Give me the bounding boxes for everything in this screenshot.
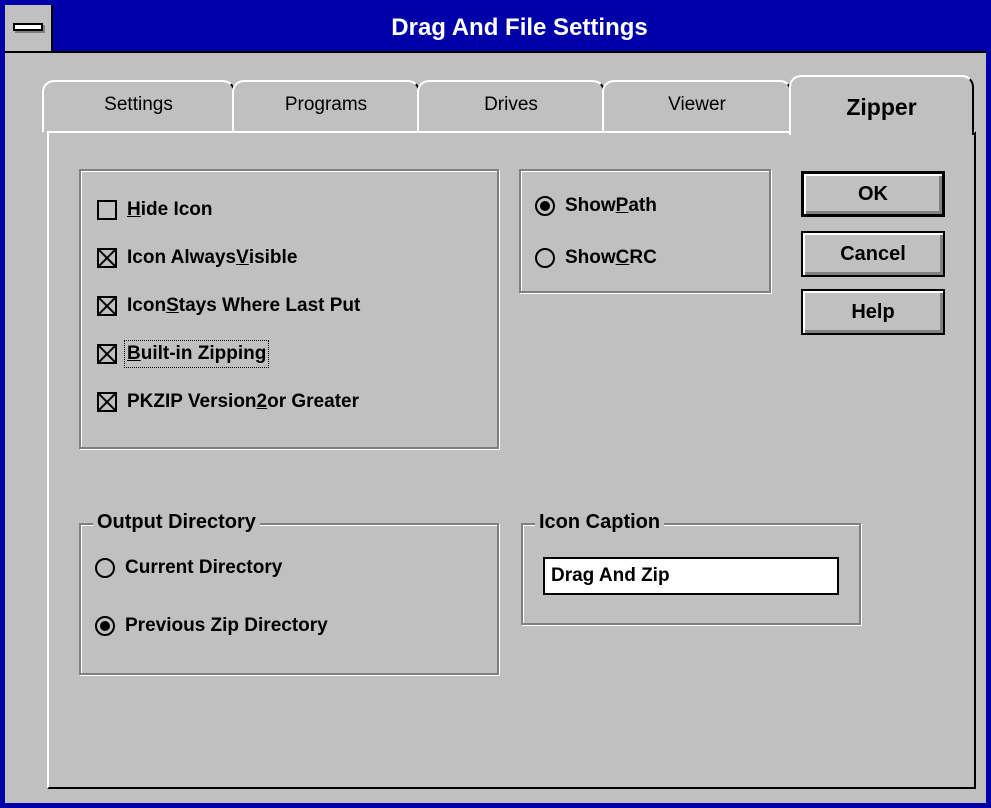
mnemonic: P	[615, 195, 629, 216]
show-path-radio-button[interactable]	[535, 196, 555, 216]
label-part: tays Where Last Put	[178, 295, 361, 316]
system-menu-button[interactable]	[5, 5, 53, 51]
icon-stays-checkbox[interactable]: Icon Stays Where Last Put	[97, 295, 360, 317]
show-crc-radio[interactable]: Show C RC	[535, 247, 657, 269]
hide-icon-checkbox[interactable]: Hide Icon	[97, 199, 213, 221]
zipper-tab-panel: Hide Icon Icon Always Visible Icon Stays…	[47, 131, 976, 789]
window-title: Drag And File Settings	[391, 14, 648, 41]
output-directory-title: Output Directory	[93, 511, 260, 534]
current-directory-radio[interactable]: Current Directory	[95, 557, 282, 579]
builtin-zipping-checkbox[interactable]: Built-in Zipping	[97, 340, 270, 368]
current-directory-label: Current Directory	[125, 557, 283, 578]
icon-always-visible-check-box[interactable]	[97, 248, 117, 268]
system-menu-icon	[13, 23, 43, 31]
pkzip-version-checkbox[interactable]: PKZIP Version 2 or Greater	[97, 391, 359, 413]
hide-icon-check-box[interactable]	[97, 200, 117, 220]
display-group: Show Path Show C RC	[519, 169, 771, 293]
tab-settings[interactable]: Settings	[42, 80, 235, 132]
icon-caption-title: Icon Caption	[535, 511, 665, 534]
ok-button[interactable]: OK	[801, 171, 945, 217]
label-part: or Greater	[267, 391, 359, 412]
mnemonic: H	[127, 199, 141, 220]
output-directory-group: Output Directory Current Directory Previ…	[79, 511, 499, 675]
mnemonic: 2	[256, 391, 268, 412]
icon-caption-group: Icon Caption Drag And Zip	[521, 511, 861, 625]
label-part: Icon Always	[127, 247, 237, 268]
icon-stays-check-box[interactable]	[97, 296, 117, 316]
mnemonic: V	[236, 247, 249, 268]
label-part: PKZIP Version	[127, 391, 257, 412]
label-part: Show	[565, 247, 616, 268]
show-crc-radio-button[interactable]	[535, 248, 555, 268]
label-part: uilt-in Zipping	[140, 343, 267, 364]
builtin-zipping-check-box[interactable]	[97, 344, 117, 364]
pkzip-version-check-box[interactable]	[97, 392, 117, 412]
label-part: ath	[628, 195, 657, 216]
tab-programs[interactable]: Programs	[232, 80, 420, 132]
cancel-button[interactable]: Cancel	[801, 231, 945, 277]
show-path-radio[interactable]: Show Path	[535, 195, 657, 217]
previous-zip-directory-label: Previous Zip Directory	[125, 615, 328, 636]
label-part: isible	[248, 247, 298, 268]
tab-zipper[interactable]: Zipper	[789, 75, 974, 135]
current-directory-radio-button[interactable]	[95, 558, 115, 578]
title-bar: Drag And File Settings	[5, 5, 986, 53]
label-part: ide Icon	[140, 199, 213, 220]
icon-always-visible-checkbox[interactable]: Icon Always Visible	[97, 247, 297, 269]
label-part: Icon	[127, 295, 167, 316]
previous-zip-directory-radio-button[interactable]	[95, 616, 115, 636]
settings-window: Drag And File Settings Settings Programs…	[0, 0, 991, 808]
label-part: Show	[565, 195, 616, 216]
label-part: RC	[629, 247, 657, 268]
mnemonic: B	[127, 343, 141, 364]
mnemonic: S	[166, 295, 179, 316]
options-group: Hide Icon Icon Always Visible Icon Stays…	[79, 169, 499, 449]
help-button[interactable]: Help	[801, 289, 945, 335]
tab-drives[interactable]: Drives	[417, 80, 605, 132]
mnemonic: C	[615, 247, 630, 268]
builtin-zipping-label: Built-in Zipping	[123, 340, 270, 368]
icon-caption-input[interactable]: Drag And Zip	[543, 557, 839, 595]
tab-viewer[interactable]: Viewer	[602, 80, 792, 132]
previous-zip-directory-radio[interactable]: Previous Zip Directory	[95, 615, 328, 637]
